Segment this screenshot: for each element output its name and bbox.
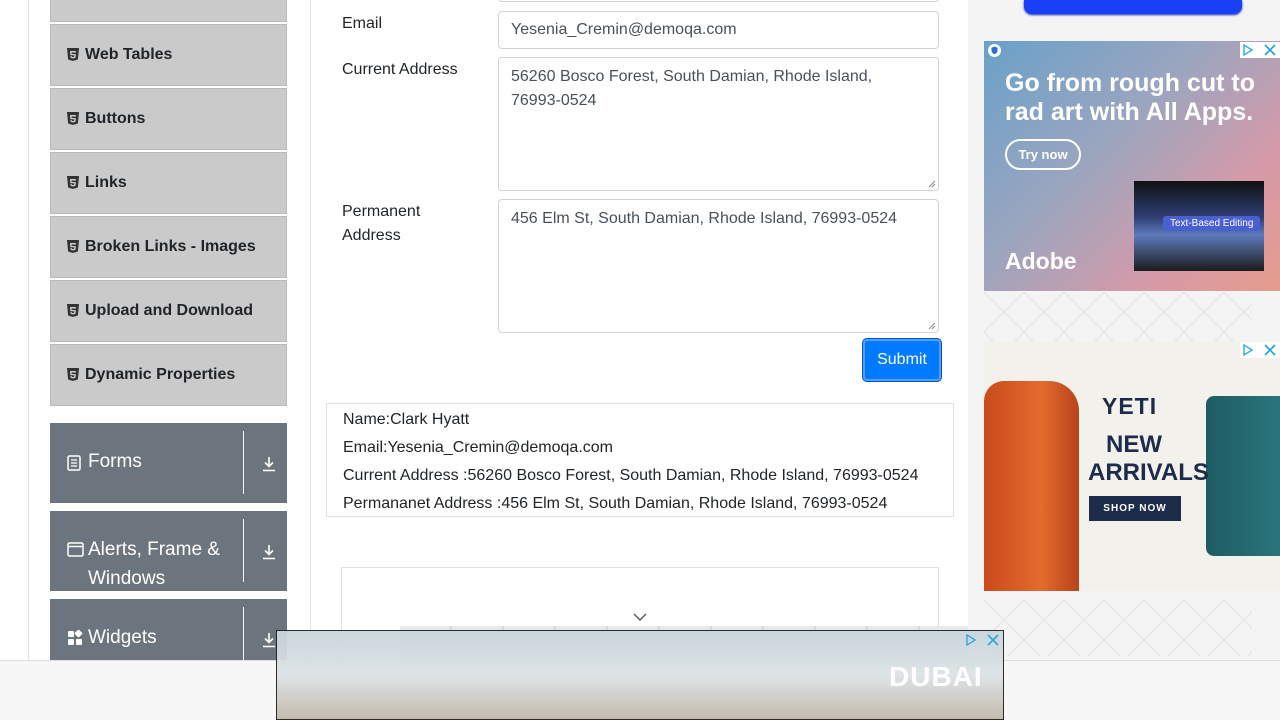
pattern-decoration — [984, 292, 1252, 342]
html5-icon — [67, 367, 79, 381]
html5-icon — [67, 303, 79, 317]
html5-icon — [67, 47, 79, 61]
dubai-logo: DUBAI — [889, 661, 983, 692]
shop-now-button[interactable]: SHOP NOW — [1089, 496, 1181, 521]
adobe-logo: Adobe — [1005, 248, 1077, 274]
resize-handle-icon[interactable] — [928, 322, 936, 330]
ad-tag: Text-Based Editing — [1163, 216, 1261, 231]
group-separator — [243, 431, 244, 494]
pattern-decoration — [984, 600, 1252, 656]
sidebar-item-label: Upload and Download — [85, 302, 253, 319]
blue-button-partial[interactable] — [1024, 0, 1242, 14]
email-label: Email — [342, 15, 383, 32]
sidebar-item-upload-download[interactable]: Upload and Download — [50, 280, 287, 342]
group-separator — [243, 519, 244, 582]
sidebar-item-broken-links[interactable]: Broken Links - Images — [50, 216, 287, 278]
html5-icon — [67, 111, 79, 125]
sidebar-group-alerts[interactable]: Alerts, Frame & Windows — [50, 511, 287, 591]
left-border — [28, 0, 29, 660]
ad-choices-close-icon[interactable] — [1240, 342, 1280, 358]
sidebar-group-label: Widgets — [88, 627, 157, 648]
sidebar-item-links[interactable]: Links — [50, 152, 287, 214]
ad-choices-close-icon[interactable] — [1240, 42, 1280, 58]
permanent-address-label: Permanent Address — [342, 203, 421, 244]
current-address-label: Current Address — [342, 61, 458, 78]
resize-handle-icon[interactable] — [928, 180, 936, 188]
shield-icon — [988, 44, 1001, 57]
sidebar-item-buttons[interactable]: Buttons — [50, 88, 287, 150]
bottom-banner-ad[interactable]: DUBAI — [276, 630, 1004, 720]
ad-choices-close-icon[interactable] — [963, 632, 1003, 648]
sidebar-item-label: Web Tables — [85, 46, 173, 63]
sidebar-item-dynamic-properties[interactable]: Dynamic Properties — [50, 344, 287, 406]
sidebar-item-label: Broken Links - Images — [85, 238, 256, 255]
adobe-ad[interactable]: Go from rough cut to rad art with All Ap… — [984, 41, 1280, 291]
sidebar-group-forms[interactable]: Forms — [50, 423, 287, 503]
sidebar-item-partial[interactable] — [50, 0, 287, 22]
sidebar-item-label: Dynamic Properties — [85, 366, 236, 383]
sidebar-item-label: Buttons — [85, 110, 146, 127]
yeti-ad[interactable]: YETI NEW ARRIVALS SHOP NOW — [984, 341, 1280, 591]
download-icon[interactable] — [261, 456, 277, 472]
ad-headline: NEW ARRIVALS — [1088, 431, 1209, 486]
ad-bag-image — [984, 381, 1079, 591]
sidebar-item-label: Links — [85, 174, 127, 191]
yeti-logo: YETI — [1102, 393, 1158, 419]
output-email: Email:Yesenia_Cremin@demoqa.com — [343, 439, 613, 456]
output-permanent-address: Permananet Address :456 Elm St, South Da… — [343, 495, 888, 512]
permanent-address-field[interactable]: 456 Elm St, South Damian, Rhode Island, … — [498, 199, 939, 333]
sidebar-group-label: Alerts, Frame & Windows — [88, 539, 220, 589]
widgets-icon — [68, 630, 83, 645]
try-now-button[interactable]: Try now — [1005, 139, 1081, 170]
email-field[interactable]: Yesenia_Cremin@demoqa.com — [498, 11, 939, 49]
chevron-down-icon[interactable] — [632, 612, 648, 622]
sidebar-group-label: Forms — [88, 451, 142, 472]
output-panel: Name:Clark Hyatt Email:Yesenia_Cremin@de… — [326, 403, 954, 517]
permanent-address-value: 456 Elm St, South Damian, Rhode Island, … — [511, 210, 898, 227]
html5-icon — [67, 175, 79, 189]
window-icon — [67, 542, 84, 557]
ad-cooler-image — [1206, 396, 1280, 556]
submit-button[interactable]: Submit — [863, 339, 941, 381]
current-address-value: 56260 Bosco Forest, South Damian, Rhode … — [511, 68, 873, 109]
content-divider — [310, 0, 311, 660]
download-icon[interactable] — [261, 632, 277, 648]
full-name-field-partial[interactable] — [498, 0, 939, 2]
output-current-address: Current Address :56260 Bosco Forest, Sou… — [343, 467, 919, 484]
form-icon — [67, 455, 81, 471]
download-icon[interactable] — [261, 544, 277, 560]
output-name: Name:Clark Hyatt — [343, 411, 470, 428]
current-address-field[interactable]: 56260 Bosco Forest, South Damian, Rhode … — [498, 57, 939, 191]
html5-icon — [67, 239, 79, 253]
sidebar-item-web-tables[interactable]: Web Tables — [50, 24, 287, 86]
ad-headline: Go from rough cut to rad art with All Ap… — [1005, 69, 1255, 126]
